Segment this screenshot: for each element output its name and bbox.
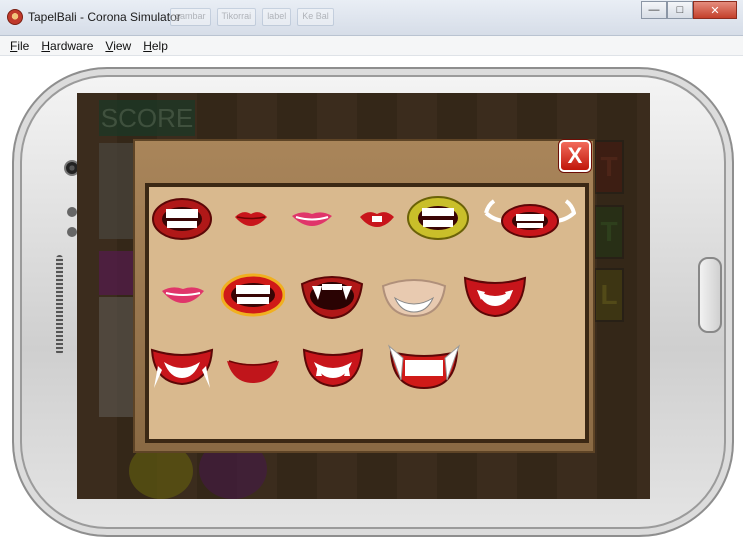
red-pout-lips-icon[interactable]	[225, 355, 281, 385]
minimize-button[interactable]: —	[641, 1, 667, 19]
ghost-toolbar-item: Ke Bal	[297, 8, 334, 26]
yellow-grin-mouth-icon[interactable]	[407, 195, 469, 241]
window-controls: — □ ✕	[641, 1, 737, 19]
small-lips-icon[interactable]	[233, 208, 269, 228]
ghost-toolbar-item: label	[262, 8, 292, 26]
ghost-toolbar-item: gambar	[170, 8, 211, 26]
menu-file[interactable]: File	[10, 39, 29, 53]
sensor-dot	[67, 227, 77, 237]
menu-help[interactable]: Help	[143, 39, 168, 53]
background-toolbar: gambar Tikorrai label Ke Bal	[170, 4, 640, 30]
red-fanged-grin-icon[interactable]	[463, 272, 527, 318]
close-panel-button[interactable]: X	[559, 140, 591, 172]
open-grin-mouth-icon[interactable]	[152, 197, 212, 241]
window-title: TapelBali - Corona Simulator	[28, 10, 181, 24]
menu-hardware[interactable]: Hardware	[41, 39, 93, 53]
pink-smile-lips-icon[interactable]	[290, 208, 334, 228]
maximize-button[interactable]: □	[667, 1, 693, 19]
small-pink-smile-icon[interactable]	[160, 283, 206, 305]
lower-fangs-mouth-icon[interactable]	[302, 346, 364, 390]
mustache-grin-mouth-icon[interactable]	[484, 199, 576, 241]
buck-teeth-lips-icon[interactable]	[358, 207, 396, 229]
ghost-toolbar-item: Tikorrai	[216, 8, 257, 26]
fangs-out-mouth-icon[interactable]	[150, 346, 214, 390]
menu-bar: File Hardware View Help	[0, 36, 743, 56]
menu-view[interactable]: View	[105, 39, 131, 53]
beige-teeth-mouth-icon[interactable]	[381, 276, 447, 318]
window-titlebar: TapelBali - Corona Simulator gambar Tiko…	[0, 0, 743, 36]
fanged-open-mouth-icon[interactable]	[300, 270, 364, 320]
speaker-grille	[56, 255, 63, 355]
sensor-dot	[67, 207, 77, 217]
home-button[interactable]	[698, 257, 722, 333]
big-tusks-mouth-icon[interactable]	[383, 344, 465, 392]
close-window-button[interactable]: ✕	[693, 1, 737, 19]
big-grin-mouth-icon[interactable]	[221, 273, 285, 317]
corona-app-icon	[7, 9, 23, 25]
